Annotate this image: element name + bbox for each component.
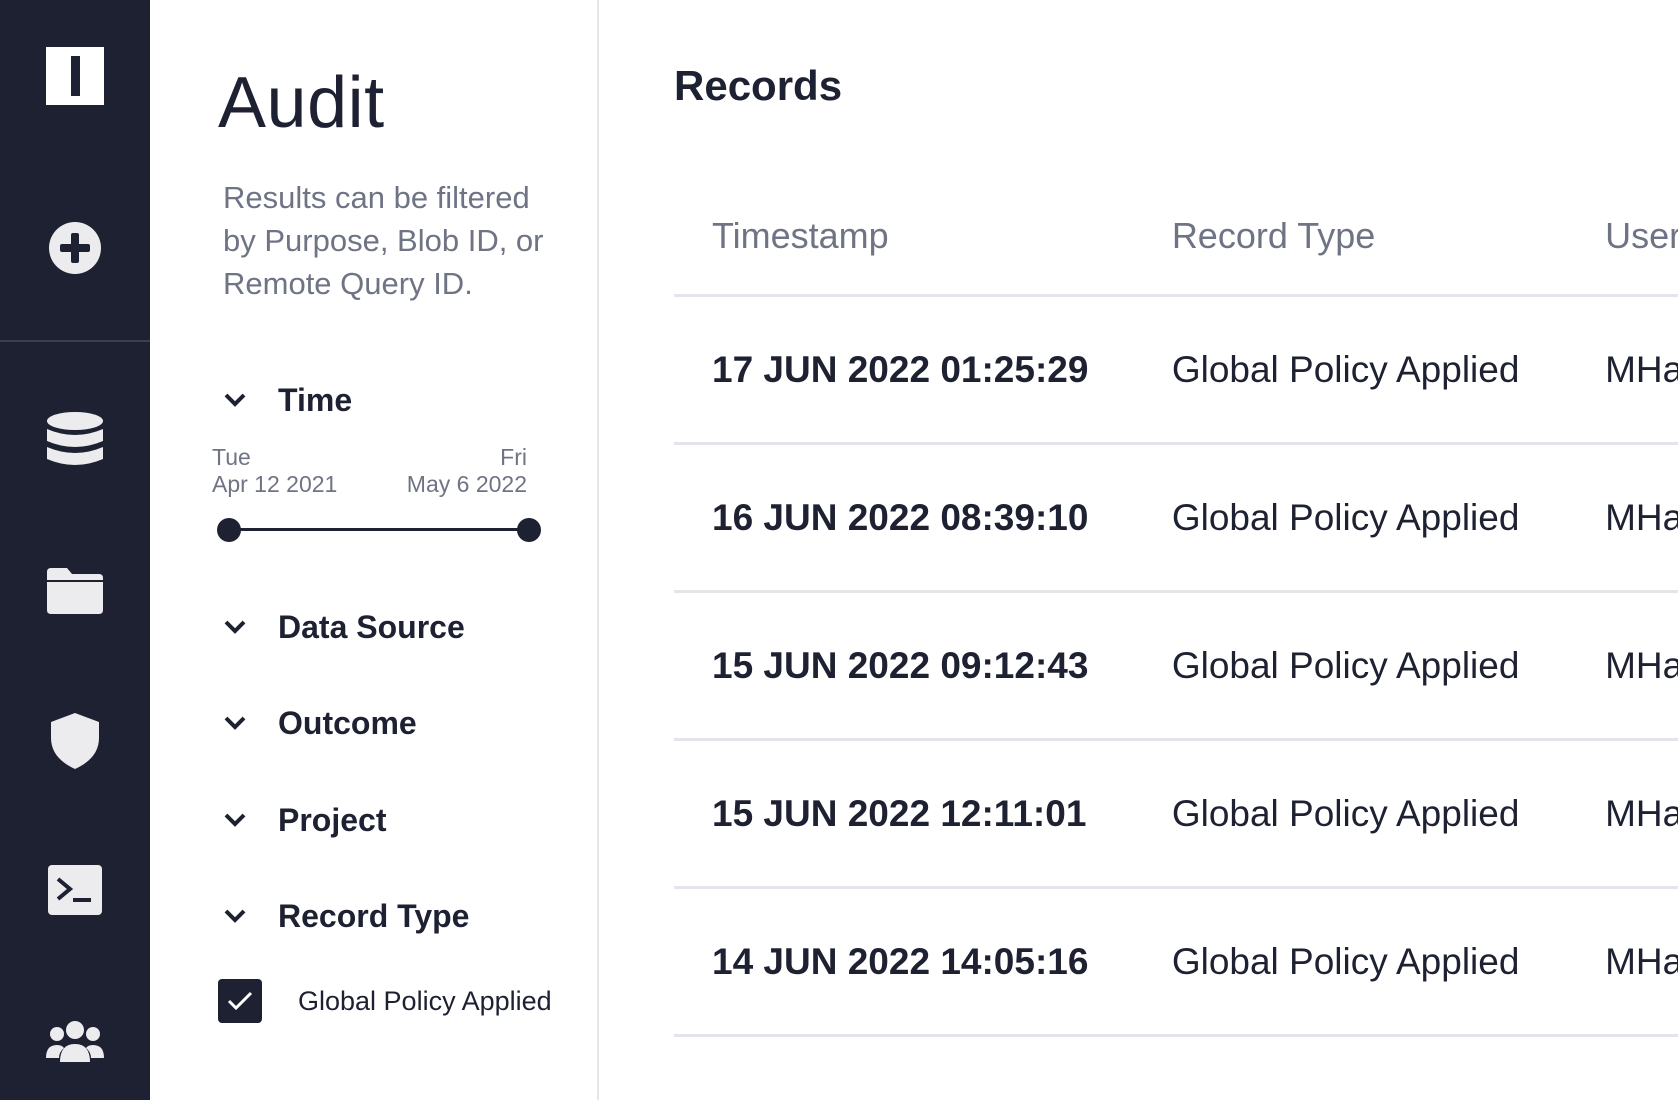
- filter-section-time[interactable]: Time: [218, 375, 352, 425]
- table-header-row: Timestamp Record Type User: [674, 178, 1678, 297]
- record-type-cell: Global Policy Applied: [1133, 591, 1568, 741]
- timestamp-cell: 14 JUN 2022 14:05:16: [674, 887, 1134, 1037]
- database-icon[interactable]: [40, 406, 110, 476]
- timestamp-cell: 15 JUN 2022 12:11:01: [674, 739, 1134, 889]
- time-range-slider[interactable]: [228, 528, 528, 531]
- time-end-day: Fri: [500, 444, 527, 470]
- user-cell: MHar: [1567, 295, 1678, 445]
- column-header-user[interactable]: User: [1567, 178, 1678, 297]
- user-cell: MHar: [1567, 887, 1678, 1037]
- column-header-timestamp[interactable]: Timestamp: [674, 178, 1134, 297]
- timestamp-cell: 16 JUN 2022 08:39:10: [674, 443, 1134, 593]
- table-row[interactable]: 17 JUN 2022 01:25:29 Global Policy Appli…: [674, 295, 1678, 445]
- time-end-date: May 6 2022: [406, 471, 527, 497]
- time-slider-start-handle[interactable]: [217, 518, 241, 542]
- records-table: Timestamp Record Type User 17 JUN 2022 0…: [674, 178, 1678, 1037]
- records-title: Records: [674, 62, 843, 109]
- user-cell: MHar: [1567, 591, 1678, 741]
- record-type-cell: Global Policy Applied: [1133, 443, 1568, 593]
- chevron-down-icon: [218, 899, 252, 933]
- page-title: Audit: [218, 63, 385, 143]
- time-start-day: Tue: [212, 444, 251, 470]
- nav-rail: [0, 0, 150, 1100]
- filter-section-record-type[interactable]: Record Type: [218, 891, 469, 941]
- filter-section-label: Data Source: [278, 608, 465, 645]
- chevron-down-icon: [218, 383, 252, 417]
- filter-section-label: Outcome: [278, 704, 417, 741]
- terminal-icon[interactable]: [40, 855, 110, 925]
- filter-section-data-source[interactable]: Data Source: [218, 602, 465, 652]
- table-row[interactable]: 14 JUN 2022 14:05:16 Global Policy Appli…: [674, 887, 1678, 1037]
- shield-icon[interactable]: [40, 706, 110, 776]
- user-cell: MHar: [1567, 739, 1678, 889]
- user-cell: MHar: [1567, 443, 1678, 593]
- record-type-cell: Global Policy Applied: [1133, 739, 1568, 889]
- filter-description: Results can be filtered by Purpose, Blob…: [223, 180, 544, 301]
- records-panel: Records Timestamp Record Type User 17 JU…: [599, 0, 1678, 1100]
- check-icon: [227, 991, 253, 1011]
- filter-section-project[interactable]: Project: [218, 795, 386, 845]
- table-row[interactable]: 16 JUN 2022 08:39:10 Global Policy Appli…: [674, 443, 1678, 593]
- record-type-cell: Global Policy Applied: [1133, 887, 1568, 1037]
- users-icon[interactable]: [40, 1006, 110, 1076]
- filter-section-label: Record Type: [278, 897, 470, 934]
- column-header-record-type[interactable]: Record Type: [1133, 178, 1568, 297]
- chevron-down-icon: [218, 610, 252, 644]
- chevron-down-icon: [218, 803, 252, 837]
- logo-icon[interactable]: [40, 41, 110, 111]
- time-slider-end-handle[interactable]: [517, 518, 541, 542]
- chevron-down-icon: [218, 706, 252, 740]
- table-row[interactable]: 15 JUN 2022 12:11:01 Global Policy Appli…: [674, 739, 1678, 889]
- folder-icon[interactable]: [40, 555, 110, 625]
- record-type-option[interactable]: Global Policy Applied: [218, 978, 552, 1024]
- time-start-date: Apr 12 2021: [212, 471, 338, 497]
- add-icon[interactable]: [40, 213, 110, 283]
- filter-section-label: Time: [278, 381, 353, 418]
- checkbox-label: Global Policy Applied: [298, 985, 552, 1016]
- checkbox-checked[interactable]: [218, 979, 262, 1023]
- nav-divider: [0, 340, 150, 342]
- table-row[interactable]: 15 JUN 2022 09:12:43 Global Policy Appli…: [674, 591, 1678, 741]
- timestamp-cell: 17 JUN 2022 01:25:29: [674, 295, 1134, 445]
- filter-panel: Audit Results can be filtered by Purpose…: [150, 0, 599, 1100]
- record-type-cell: Global Policy Applied: [1133, 295, 1568, 445]
- filter-section-label: Project: [278, 801, 387, 838]
- timestamp-cell: 15 JUN 2022 09:12:43: [674, 591, 1134, 741]
- filter-section-outcome[interactable]: Outcome: [218, 698, 417, 748]
